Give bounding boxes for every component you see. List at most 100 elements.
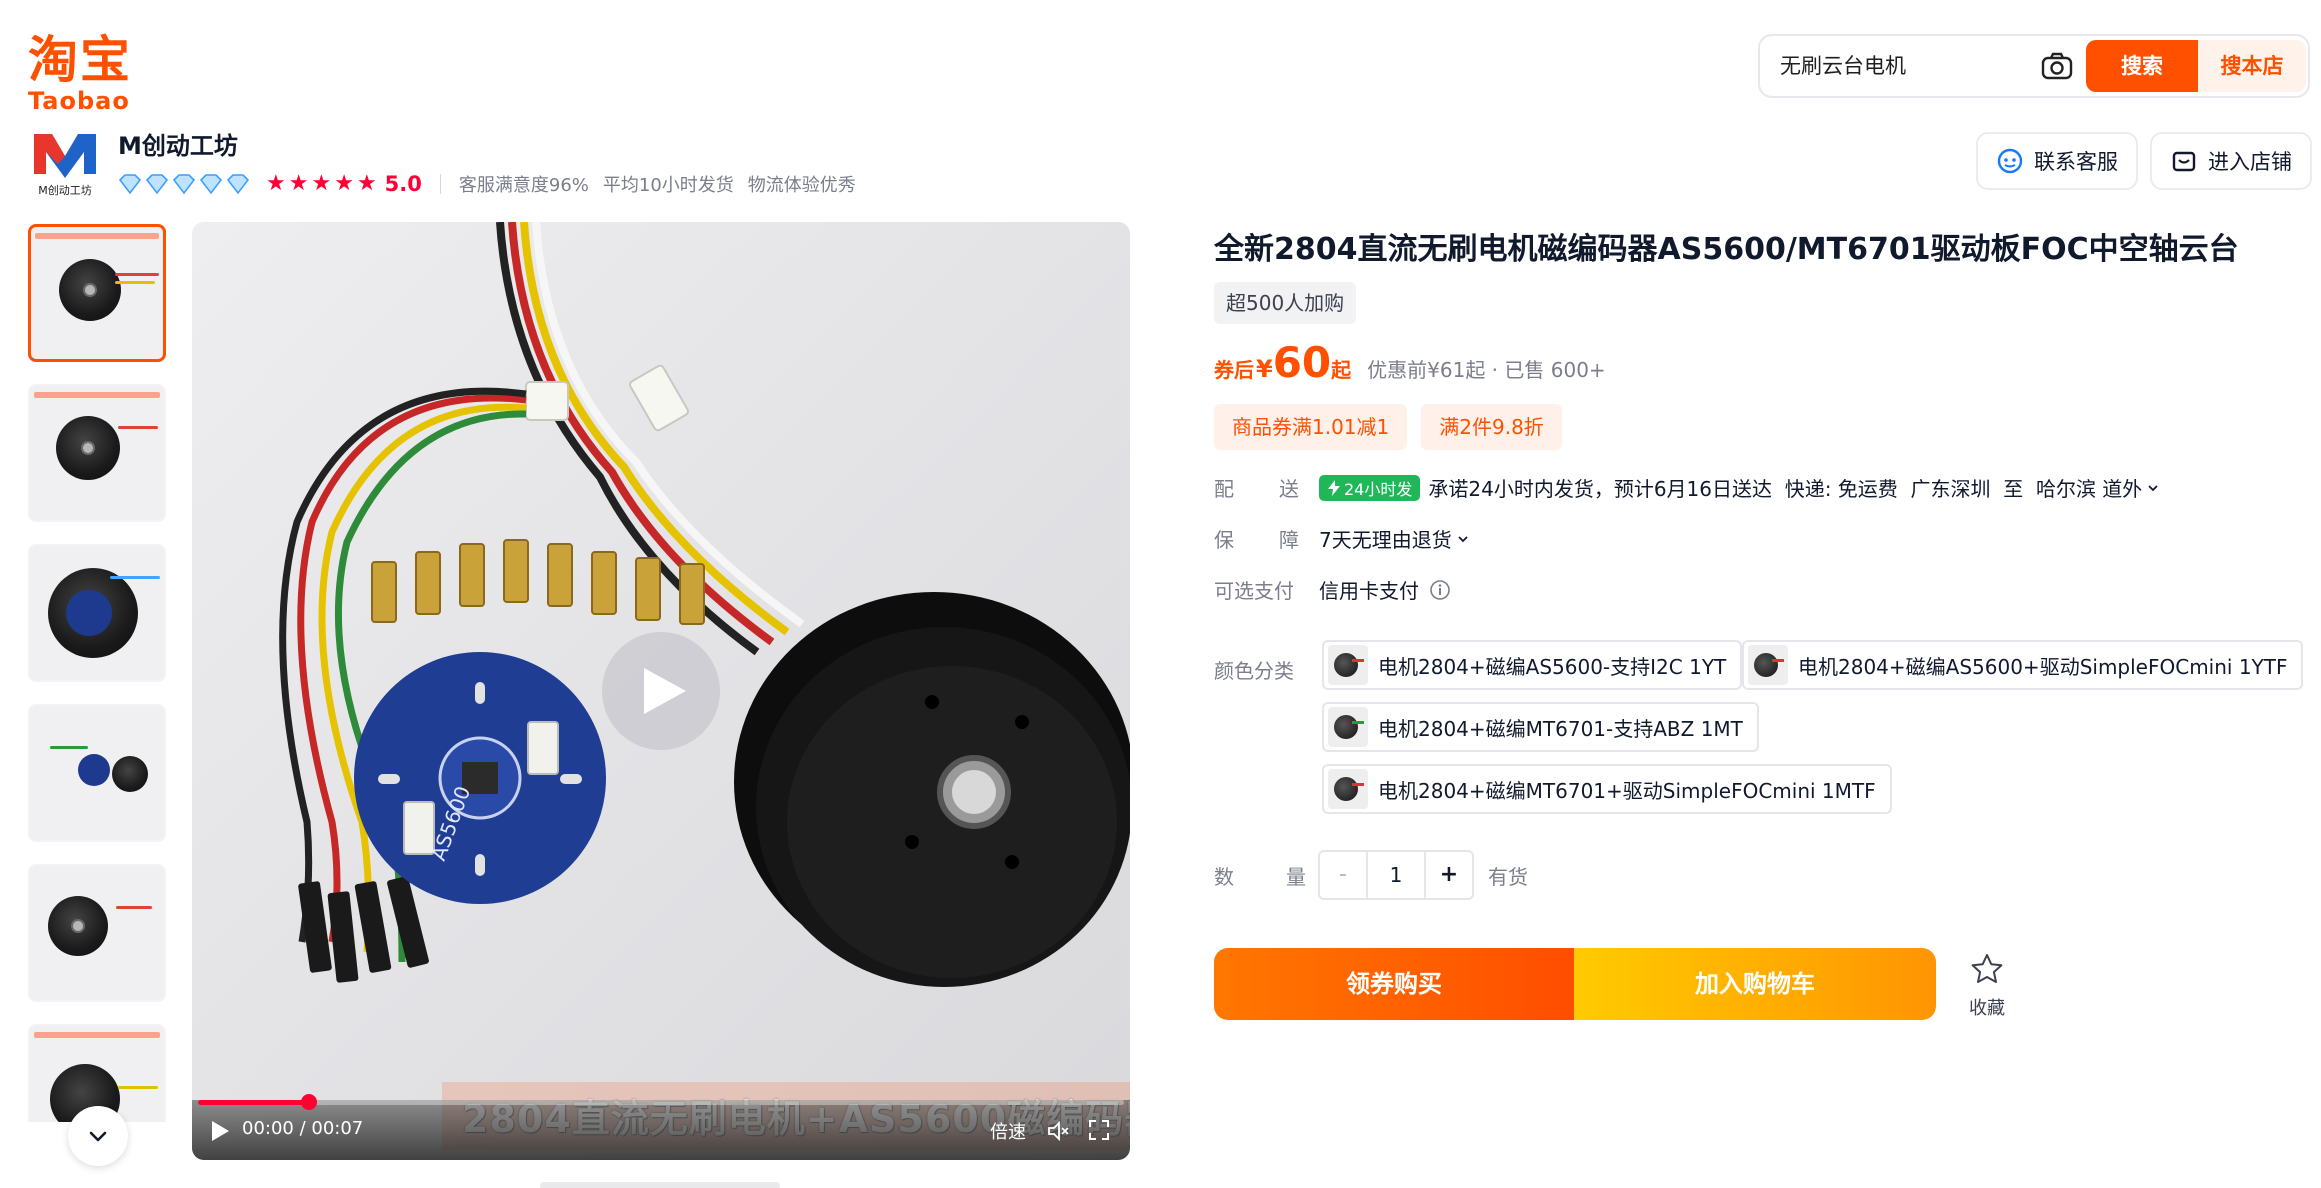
coupon-tag[interactable]: 商品券满1.01减1 [1214, 404, 1408, 450]
search-input[interactable]: 无刷云台电机 [1780, 36, 1906, 96]
product-title: 全新2804直流无刷电机磁编码器AS5600/MT6701驱动板FOC中空轴云台 [1214, 232, 2239, 267]
contact-service-button[interactable]: 联系客服 [1976, 132, 2138, 190]
price-currency: ¥ [1256, 355, 1273, 383]
video-progress-handle[interactable] [301, 1094, 317, 1110]
video-progress-track[interactable] [198, 1100, 1124, 1105]
chevron-down-icon [1458, 535, 1468, 542]
star-icon: ★ [334, 171, 354, 196]
diamond-icon [199, 174, 223, 195]
thumbnail[interactable] [28, 384, 166, 522]
star-icon: ★ [311, 171, 332, 196]
thumbnail[interactable] [28, 704, 166, 842]
sku-label: 电机2804+磁编AS5600+驱动SimpleFOCmini 1YTF [1798, 654, 2288, 679]
payment-label: 可选支付 [1214, 579, 1294, 603]
star-icon: ★ [288, 171, 309, 196]
chevron-down-icon [2148, 484, 2158, 491]
taobao-logo[interactable]: 淘宝 Taobao [28, 32, 132, 114]
diamond-icon [226, 174, 250, 195]
sku-option[interactable]: 电机2804+磁编AS5600+驱动SimpleFOCmini 1YTF [1742, 640, 2304, 690]
star-icon: ★ [266, 171, 286, 196]
play-icon [644, 668, 686, 714]
favorite-label: 收藏 [1969, 998, 2005, 1019]
rating-stars: ★ ★ ★ ★ ★ [266, 173, 377, 195]
fast-ship-badge: 24小时发 [1319, 474, 1421, 501]
quantity-label: 数量 [1214, 865, 1306, 889]
shop-logo-text: M创动工坊 [38, 183, 92, 197]
logo-en: Taobao [28, 87, 130, 115]
sku-label: 电机2804+磁编MT6701-支持ABZ 1MT [1378, 716, 1743, 741]
payment-info: 信用卡支付 [1319, 575, 1451, 604]
coupon-tag[interactable]: 满2件9.8折 [1421, 404, 1562, 450]
coupon-list: 商品券满1.01减1 满2件9.8折 [1214, 404, 1562, 450]
shipping-label: 配送 [1214, 477, 1299, 501]
shop-meta: ★ ★ ★ ★ ★ 5.0 客服满意度96% 平均10小时发货 物流体验优秀 [118, 170, 870, 198]
favorite-button[interactable]: 收藏 [1960, 952, 2014, 1020]
enter-store-label: 进入店铺 [2208, 150, 2292, 174]
sku-option[interactable]: 电机2804+磁编MT6701-支持ABZ 1MT [1322, 702, 1759, 752]
video-time: 00:00 / 00:07 [242, 1118, 364, 1139]
search-button[interactable]: 搜索 [2086, 40, 2198, 92]
options-label: 颜色分类 [1214, 659, 1294, 683]
shipping-info[interactable]: 24小时发 承诺24小时内发货，预计6月16日送达 快递: 免运费 广东深圳 至… [1319, 473, 2160, 502]
mute-icon[interactable] [1046, 1119, 1070, 1143]
lightning-icon [1328, 479, 1340, 496]
thumbnail[interactable] [28, 864, 166, 1002]
contact-service-label: 联系客服 [2034, 150, 2118, 174]
sku-option[interactable]: 电机2804+磁编MT6701+驱动SimpleFOCmini 1MTF [1322, 764, 1892, 814]
video-progress-fill [198, 1100, 309, 1105]
product-video[interactable]: AS5600 2804直流无刷电机+AS5600磁编码器 00:00 / 00:… [192, 222, 1130, 1160]
price-suffix: 起 [1331, 358, 1352, 382]
logo-cn: 淘宝 [28, 31, 132, 89]
search-store-button[interactable]: 搜本店 [2198, 40, 2306, 92]
guarantee-info[interactable]: 7天无理由退货 [1319, 524, 1470, 553]
quantity-stepper: - 1 + [1318, 850, 1474, 900]
buyers-badge: 超500人加购 [1214, 282, 1357, 324]
sku-thumbnail [1748, 645, 1788, 685]
shop-logo[interactable]: M创动工坊 [28, 126, 102, 200]
quantity-increase-button[interactable]: + [1424, 852, 1472, 898]
guarantee-row: 保障 7天无理由退货 [1214, 524, 1470, 553]
shop-rating: 5.0 [384, 172, 422, 196]
meta-divider [439, 174, 441, 194]
diamond-icon [118, 174, 142, 195]
media-indicator [540, 1182, 780, 1188]
shop-name[interactable]: M创动工坊 [118, 126, 238, 161]
sku-thumbnail [1328, 769, 1368, 809]
shop-stat: 平均10小时发货 [602, 175, 734, 196]
play-button[interactable] [602, 632, 720, 750]
enter-store-button[interactable]: 进入店铺 [2150, 132, 2312, 190]
playback-speed-button[interactable]: 倍速 [990, 1118, 1026, 1144]
shipping-text: 承诺24小时内发货，预计6月16日送达 快递: 免运费 广东深圳 至 哈尔滨 道… [1428, 477, 2143, 501]
search-bar: 无刷云台电机 搜索 搜本店 [1758, 34, 2310, 98]
customer-service-icon [1997, 148, 2023, 174]
sku-thumbnail [1328, 707, 1368, 747]
thumbnail-list [26, 222, 170, 1122]
sku-thumbnail [1328, 645, 1368, 685]
thumbnail-scroll-down-button[interactable] [68, 1106, 128, 1166]
original-price: 优惠前¥61起 · 已售 600+ [1367, 358, 1606, 382]
shop-level-diamonds [118, 173, 250, 195]
quantity-decrease-button[interactable]: - [1320, 852, 1368, 898]
play-icon[interactable] [210, 1120, 230, 1142]
thumbnail[interactable] [28, 224, 166, 362]
price-prefix: 券后 [1214, 358, 1254, 382]
shop-stat: 客服满意度96% [458, 175, 589, 196]
store-icon [2172, 151, 2196, 172]
shipping-row: 配送 24小时发 承诺24小时内发货，预计6月16日送达 快递: 免运费 广东深… [1214, 473, 2160, 502]
star-outline-icon [1971, 954, 2003, 983]
chevron-down-icon [89, 1131, 107, 1142]
sku-label: 电机2804+磁编MT6701+驱动SimpleFOCmini 1MTF [1378, 778, 1876, 803]
star-icon: ★ [356, 171, 377, 196]
stock-status: 有货 [1488, 865, 1528, 889]
thumbnail[interactable] [28, 544, 166, 682]
fullscreen-icon[interactable] [1088, 1119, 1110, 1141]
price-value: 60 [1272, 338, 1332, 387]
guarantee-label: 保障 [1214, 528, 1299, 552]
quantity-input[interactable]: 1 [1368, 852, 1424, 898]
add-to-cart-button[interactable]: 加入购物车 [1574, 948, 1936, 1020]
info-icon[interactable] [1429, 579, 1451, 601]
buy-with-coupon-button[interactable]: 领券购买 [1214, 948, 1574, 1020]
sku-option[interactable]: 电机2804+磁编AS5600-支持I2C 1YT [1322, 640, 1743, 690]
diamond-icon [145, 174, 169, 195]
camera-icon[interactable] [2040, 50, 2074, 82]
